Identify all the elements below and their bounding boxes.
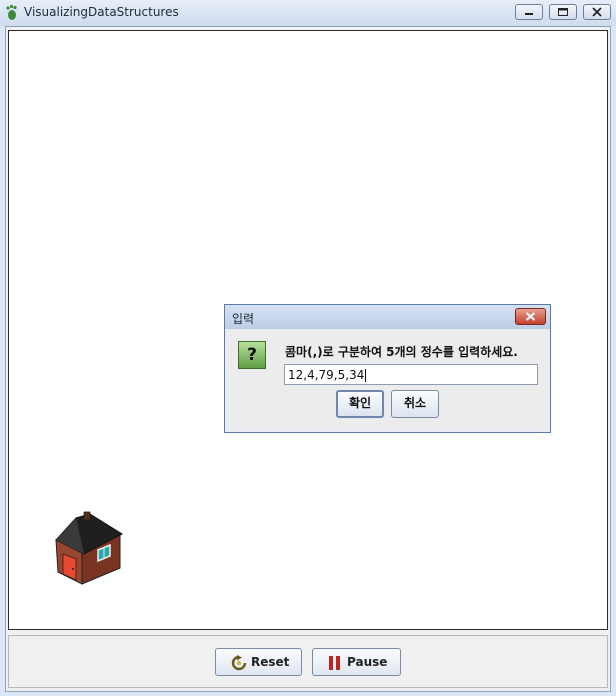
pause-label: Pause (347, 655, 388, 669)
input-dialog: 입력 ? 콤마(,)로 구분하여 5개의 정수를 입력하세요. 12,4,79,… (224, 304, 551, 433)
reset-label: Reset (251, 655, 290, 669)
control-panel: Reset Pause (8, 635, 608, 688)
close-button[interactable] (583, 4, 611, 20)
restore-icon (558, 8, 568, 16)
dialog-titlebar: 입력 (225, 305, 550, 329)
app-footprint-icon (4, 4, 20, 21)
pause-icon (329, 656, 340, 670)
integers-input[interactable]: 12,4,79,5,34 (284, 364, 538, 385)
cancel-button[interactable]: 취소 (391, 390, 439, 418)
close-icon (525, 312, 536, 321)
window-title: VisualizingDataStructures (24, 5, 179, 19)
text-caret (365, 369, 367, 382)
house-icon (54, 510, 124, 586)
reset-button[interactable]: Reset (215, 648, 302, 676)
ok-button[interactable]: 확인 (336, 390, 384, 418)
pause-button[interactable]: Pause (312, 648, 401, 676)
close-icon (592, 7, 602, 17)
dialog-message: 콤마(,)로 구분하여 5개의 정수를 입력하세요. (285, 345, 518, 359)
dialog-close-button[interactable] (515, 308, 546, 325)
minimize-icon (525, 13, 533, 15)
dialog-body: ? 콤마(,)로 구분하여 5개의 정수를 입력하세요. 12,4,79,5,3… (228, 329, 547, 430)
question-icon: ? (238, 341, 266, 369)
dialog-title: 입력 (232, 312, 255, 326)
maximize-button[interactable] (549, 4, 577, 20)
refresh-icon (231, 655, 247, 671)
integers-input-value: 12,4,79,5,34 (288, 368, 365, 382)
window-titlebar: VisualizingDataStructures (0, 0, 616, 26)
minimize-button[interactable] (515, 4, 543, 20)
